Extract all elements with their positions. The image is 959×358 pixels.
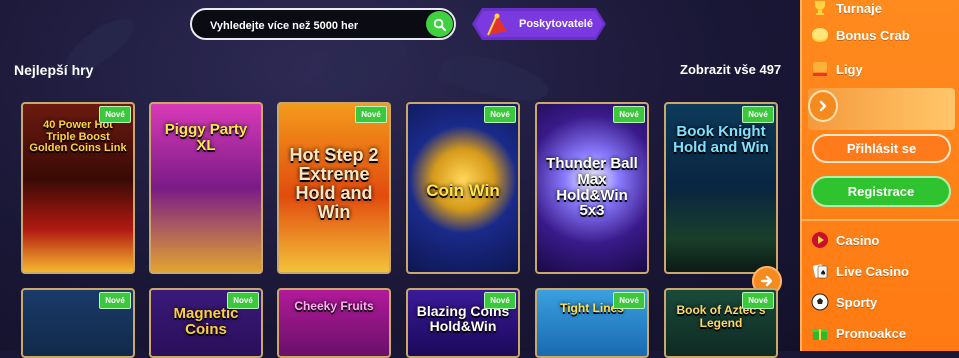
show-all-link[interactable]: Zobrazit vše 497 <box>680 62 781 77</box>
new-badge: Nové <box>227 292 259 309</box>
game-title: Piggy Party XL <box>164 121 248 154</box>
search-input[interactable] <box>208 16 412 36</box>
section-title: Nejlepší hry <box>14 62 94 78</box>
game-tile[interactable]: Book Knight Hold and Win Nové <box>664 102 778 274</box>
game-tile[interactable]: Nové <box>21 288 135 358</box>
game-tile[interactable]: Coin Win Nové <box>406 102 520 274</box>
game-tile[interactable]: 40 Power Hot Triple Boost Golden Coins L… <box>21 102 135 274</box>
game-title: Coin Win <box>426 181 500 200</box>
sidebar-item-label: Turnaje <box>836 0 882 16</box>
ball-icon <box>810 292 830 312</box>
search-button[interactable] <box>426 11 453 37</box>
game-tile[interactable]: Tight Lines Nové <box>535 288 649 358</box>
new-badge: Nové <box>742 292 774 309</box>
game-title: Cheeky Fruits <box>294 299 374 313</box>
sidebar-item-casino[interactable]: Casino <box>810 230 879 250</box>
game-tile[interactable]: Piggy Party XL <box>149 102 263 274</box>
new-badge: Nové <box>613 106 645 123</box>
new-badge: Nové <box>484 106 516 123</box>
new-badge: Nové <box>99 292 131 309</box>
sidebar: Turnaje Bonus Crab Ligy Přihlásit se Reg… <box>800 0 959 351</box>
trophy-icon <box>810 0 830 18</box>
game-tile[interactable]: Cheeky Fruits <box>277 288 391 358</box>
game-tile[interactable]: Book of Aztec's Legend Nové <box>664 288 778 358</box>
expand-sidebar-button[interactable] <box>808 90 838 122</box>
sidebar-item-label: Live Casino <box>836 263 909 279</box>
cards-icon: ♠ <box>810 261 830 281</box>
game-title: 40 Power Hot Triple Boost Golden Coins L… <box>29 119 127 155</box>
flag-icon <box>487 13 507 36</box>
sidebar-item-label: Bonus Crab <box>836 27 910 43</box>
new-badge: Nové <box>613 292 645 309</box>
providers-label: Poskytovatelé <box>519 18 593 30</box>
coin-icon <box>810 25 830 45</box>
game-tile[interactable]: Thunder Ball Max Hold&Win 5x3 Nové <box>535 102 649 274</box>
new-badge: Nové <box>355 106 387 123</box>
game-title: Thunder Ball Max Hold&Win 5x3 <box>546 155 638 220</box>
login-button[interactable]: Přihlásit se <box>812 134 951 163</box>
svg-text:♠: ♠ <box>820 269 826 277</box>
sidebar-item-sports[interactable]: Sporty <box>810 292 877 312</box>
game-title: Hot Step 2 Extreme Hold and Win <box>289 145 379 222</box>
search-icon <box>433 18 446 31</box>
game-tile[interactable]: Hot Step 2 Extreme Hold and Win Nové <box>277 102 391 274</box>
gift-icon <box>810 323 830 343</box>
divider <box>802 219 959 221</box>
game-title: Book Knight Hold and Win <box>673 123 769 156</box>
sidebar-item-label: Promoakce <box>836 325 907 341</box>
play-icon <box>810 230 830 250</box>
sidebar-item-live-casino[interactable]: ♠ Live Casino <box>810 261 909 281</box>
game-tile[interactable]: Blazing Coins Hold&Win Nové <box>406 288 520 358</box>
game-tile[interactable]: Magnetic Coins Nové <box>149 288 263 358</box>
promo-banner[interactable] <box>808 88 955 130</box>
new-badge: Nové <box>99 106 131 123</box>
sidebar-item-bonus-crab[interactable]: Bonus Crab <box>810 25 910 45</box>
arrow-right-icon <box>760 275 773 287</box>
sidebar-item-label: Casino <box>836 232 880 248</box>
register-button[interactable]: Registrace <box>811 176 951 207</box>
providers-button[interactable]: Poskytovatelé <box>472 8 606 40</box>
sidebar-item-label: Ligy <box>836 61 863 77</box>
sidebar-item-leagues[interactable]: Ligy <box>810 59 863 79</box>
search-bar[interactable] <box>190 8 456 40</box>
sidebar-item-promotions[interactable]: Promoakce <box>810 323 906 343</box>
new-badge: Nové <box>484 292 516 309</box>
new-badge: Nové <box>742 106 774 123</box>
sidebar-item-tournaments[interactable]: Turnaje <box>810 0 882 18</box>
game-title: Magnetic Coins <box>173 305 239 338</box>
league-icon <box>810 59 830 79</box>
sidebar-item-label: Sporty <box>836 294 878 310</box>
chevron-right-icon <box>819 100 827 112</box>
